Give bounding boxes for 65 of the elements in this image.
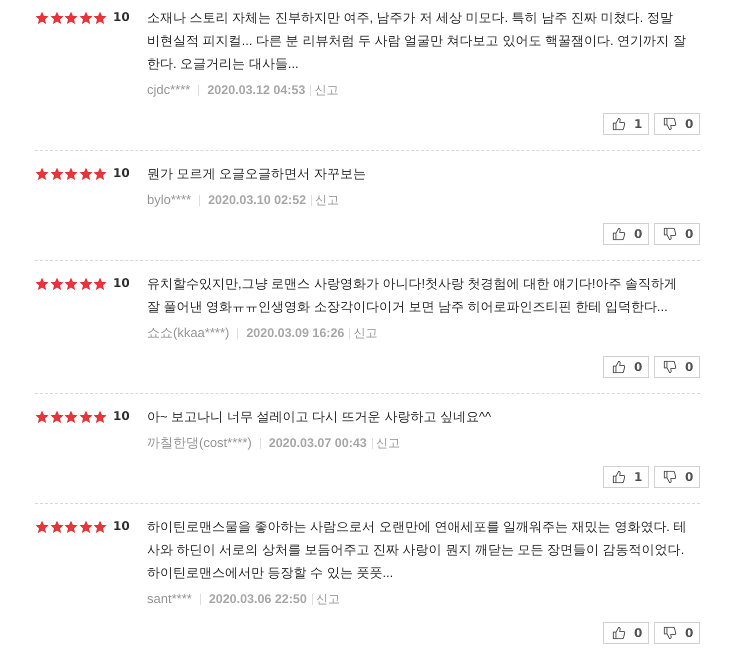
thumbs-up-icon [612, 227, 626, 241]
star-icon [35, 410, 49, 424]
thumbs-down-icon [663, 360, 677, 374]
star-icon [93, 410, 107, 424]
dislike-button[interactable]: 0 [654, 223, 700, 245]
thumbs-up-icon [612, 117, 626, 131]
review-text: 하이틴로맨스물을 좋아하는 사람으로서 오랜만에 연애세포를 일깨워주는 재밌는 영화였다. 테사와 하딘이 서로의 상처를 보듬어주고 진짜 사랑이 뭔지 깨닫는 모든 장면들이 감동적이었다. 하이틴로맨스에서만 등장할 수 있는 풋풋... [147, 518, 688, 582]
review-text: 아~ 보고나니 너무 설레이고 다시 뜨거운 사랑하고 싶네요^^ [147, 408, 492, 426]
thumbs-up-icon [612, 470, 626, 484]
rating-score: 10 [113, 408, 130, 425]
review-date: 2020.03.06 22:50 [208, 591, 307, 607]
dislike-button[interactable]: 0 [654, 466, 700, 488]
review-date: 2020.03.09 16:26 [246, 325, 344, 341]
star-icon [64, 10, 78, 24]
review-text: 소재나 스토리 자체는 진부하지만 여주, 남주가 저 세상 미모다. 특히 남주 진짜 미쳤다. 정말 비현실적 피지컬... 다른 분 리뷰처럼 두 사람 얼굴만 쳐다보고 있어도 핵꿀잼이다. 연기까지 잘 한다. 오글거리는 대사들... [147, 9, 687, 73]
rating-score: 10 [113, 518, 130, 535]
author-name: 까칠한댕(cost****) [147, 435, 252, 451]
star-icon [35, 166, 49, 180]
like-button[interactable]: 0 [603, 223, 649, 245]
like-button[interactable]: 1 [603, 113, 649, 135]
star-icon [35, 276, 49, 290]
star-icon [50, 410, 64, 424]
star-icon [93, 166, 107, 180]
rating-score: 10 [113, 165, 130, 182]
star-icon [78, 410, 92, 424]
review-date: 2020.03.07 00:43 [268, 435, 367, 451]
star-icon [78, 520, 92, 534]
review-text: 뭔가 모르게 오글오글하면서 자꾸보는 [147, 165, 367, 183]
star-icon [64, 410, 78, 424]
star-icon [50, 276, 64, 290]
like-button[interactable]: 0 [603, 622, 649, 644]
star-icon [64, 166, 78, 180]
rating-score: 10 [113, 275, 130, 292]
star-icon [93, 520, 107, 534]
like-button[interactable]: 0 [603, 356, 649, 378]
star-icon [93, 276, 107, 290]
thumbs-down-icon [663, 227, 677, 241]
star-icon [50, 520, 64, 534]
author-name: 쇼쇼(kkaa****) [147, 325, 230, 341]
thumbs-up-icon [612, 626, 626, 640]
dislike-button[interactable]: 0 [654, 113, 700, 135]
star-icon [78, 166, 92, 180]
like-button[interactable]: 1 [603, 466, 649, 488]
review-date: 2020.03.12 04:53 [207, 82, 306, 98]
star-icon [35, 10, 49, 24]
thumbs-down-icon [663, 626, 677, 640]
thumbs-down-icon [663, 470, 677, 484]
star-icon [50, 166, 64, 180]
author-name: sant**** [147, 591, 192, 607]
author-name: bylo**** [147, 192, 192, 208]
review-date: 2020.03.10 02:52 [208, 192, 306, 208]
review-text: 유치할수있지만,그냥 로맨스 사랑영화가 아니다!첫사랑 첫경험에 대한 얘기다!아주 솔직하게 잘 풀어낸 영화ㅠㅠ인생영화 소장각이다이거 보면 남주 히어로파인즈티핀 한테 입덕한다... [147, 275, 678, 316]
rating-score: 10 [113, 9, 130, 26]
dislike-button[interactable]: 0 [654, 622, 700, 644]
star-icon [93, 10, 107, 24]
star-icon [78, 276, 92, 290]
thumbs-down-icon [663, 117, 677, 131]
dislike-button[interactable]: 0 [654, 356, 700, 378]
star-icon [35, 520, 49, 534]
author-name: cjdc**** [147, 82, 190, 98]
star-icon [64, 520, 78, 534]
thumbs-up-icon [612, 360, 626, 374]
star-icon [50, 10, 64, 24]
star-icon [78, 10, 92, 24]
star-icon [64, 276, 78, 290]
